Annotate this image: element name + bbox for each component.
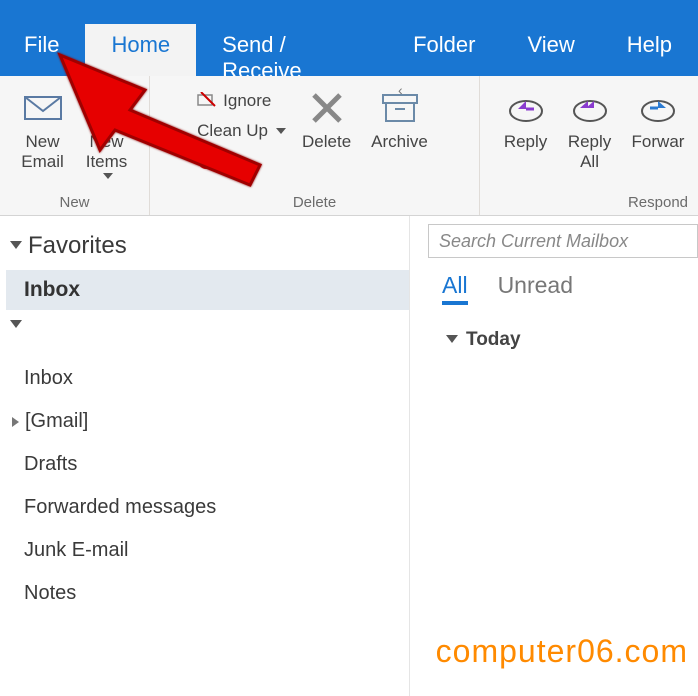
ignore-label: Ignore bbox=[223, 91, 271, 111]
cleanup-button[interactable]: Clean Up bbox=[191, 116, 292, 146]
new-items-label: New Items bbox=[86, 132, 128, 173]
junk-button[interactable]: Ju... bbox=[191, 146, 292, 176]
group-new-label: New bbox=[59, 194, 89, 213]
collapse-caret-icon[interactable]: ‹ bbox=[398, 82, 403, 98]
junk-icon bbox=[197, 152, 217, 170]
content-area: Favorites Inbox Inbox [Gmail] Drafts For… bbox=[0, 216, 698, 696]
envelope-icon bbox=[21, 88, 65, 128]
tab-home[interactable]: Home bbox=[85, 24, 196, 76]
delete-x-icon bbox=[305, 88, 349, 128]
tab-folder[interactable]: Folder bbox=[387, 18, 501, 76]
reply-icon bbox=[504, 88, 548, 128]
folder-gmail[interactable]: [Gmail] bbox=[6, 400, 409, 443]
triangle-down-icon bbox=[10, 241, 22, 249]
account-collapse[interactable] bbox=[6, 310, 409, 357]
reply-all-button[interactable]: Reply All bbox=[558, 82, 622, 177]
junk-label: Ju... bbox=[223, 151, 255, 171]
filter-tabs: All Unread bbox=[420, 258, 698, 311]
reply-all-label: Reply All bbox=[568, 132, 611, 173]
folder-notes[interactable]: Notes bbox=[6, 572, 409, 615]
message-pane: Search Current Mailbox All Unread Today bbox=[410, 216, 698, 696]
triangle-down-icon bbox=[446, 335, 458, 343]
chevron-down-icon bbox=[103, 173, 113, 179]
folder-junk[interactable]: Junk E-mail bbox=[6, 529, 409, 572]
folder-gmail-label: [Gmail] bbox=[25, 410, 88, 433]
cleanup-label: Clean Up bbox=[197, 121, 268, 141]
menu-tabs: File Home Send / Receive Folder View Hel… bbox=[0, 18, 698, 76]
triangle-down-icon bbox=[10, 320, 22, 350]
ignore-icon bbox=[197, 92, 217, 110]
watermark: computer06.com bbox=[436, 633, 688, 670]
tab-help[interactable]: Help bbox=[601, 18, 698, 76]
date-group-today[interactable]: Today bbox=[420, 311, 698, 351]
forward-label: Forwar bbox=[632, 132, 685, 152]
tab-view[interactable]: View bbox=[501, 18, 600, 76]
folder-drafts[interactable]: Drafts bbox=[6, 443, 409, 486]
tab-send-receive[interactable]: Send / Receive bbox=[196, 18, 387, 76]
delete-label: Delete bbox=[302, 132, 351, 152]
new-email-label: New Email bbox=[21, 132, 64, 173]
forward-icon bbox=[636, 88, 680, 128]
filter-all[interactable]: All bbox=[442, 272, 468, 305]
folder-inbox[interactable]: Inbox bbox=[6, 357, 409, 400]
favorites-header[interactable]: Favorites bbox=[6, 226, 409, 270]
favorites-inbox[interactable]: Inbox bbox=[6, 270, 409, 310]
archive-label: Archive bbox=[371, 132, 428, 152]
date-group-label: Today bbox=[466, 329, 521, 351]
titlebar bbox=[0, 0, 698, 18]
ribbon-group-delete: Ignore Clean Up Ju... Delete bbox=[150, 76, 480, 215]
new-email-button[interactable]: New Email bbox=[11, 82, 75, 183]
group-respond-label: Respond bbox=[628, 194, 694, 213]
reply-button[interactable]: Reply bbox=[494, 82, 558, 177]
triangle-right-icon bbox=[12, 417, 19, 427]
ignore-button[interactable]: Ignore bbox=[191, 86, 292, 116]
new-items-icon bbox=[85, 88, 129, 128]
tab-file[interactable]: File bbox=[8, 18, 85, 76]
ribbon-group-new: New Email New Items New bbox=[0, 76, 150, 215]
search-placeholder: Search Current Mailbox bbox=[439, 231, 628, 252]
ribbon-group-respond: Reply Reply All Forwar Respond bbox=[480, 76, 698, 215]
chevron-down-icon bbox=[276, 128, 286, 134]
ribbon: ‹ New Email New Items New bbox=[0, 76, 698, 216]
folder-forwarded[interactable]: Forwarded messages bbox=[6, 486, 409, 529]
filter-unread[interactable]: Unread bbox=[498, 272, 573, 305]
search-input[interactable]: Search Current Mailbox bbox=[428, 224, 698, 258]
group-delete-label: Delete bbox=[293, 194, 336, 213]
new-items-button[interactable]: New Items bbox=[75, 82, 139, 183]
folder-pane: Favorites Inbox Inbox [Gmail] Drafts For… bbox=[0, 216, 410, 696]
delete-button[interactable]: Delete bbox=[292, 82, 361, 156]
reply-label: Reply bbox=[504, 132, 547, 152]
forward-button[interactable]: Forwar bbox=[622, 82, 685, 177]
favorites-label: Favorites bbox=[28, 232, 127, 260]
reply-all-icon bbox=[568, 88, 612, 128]
